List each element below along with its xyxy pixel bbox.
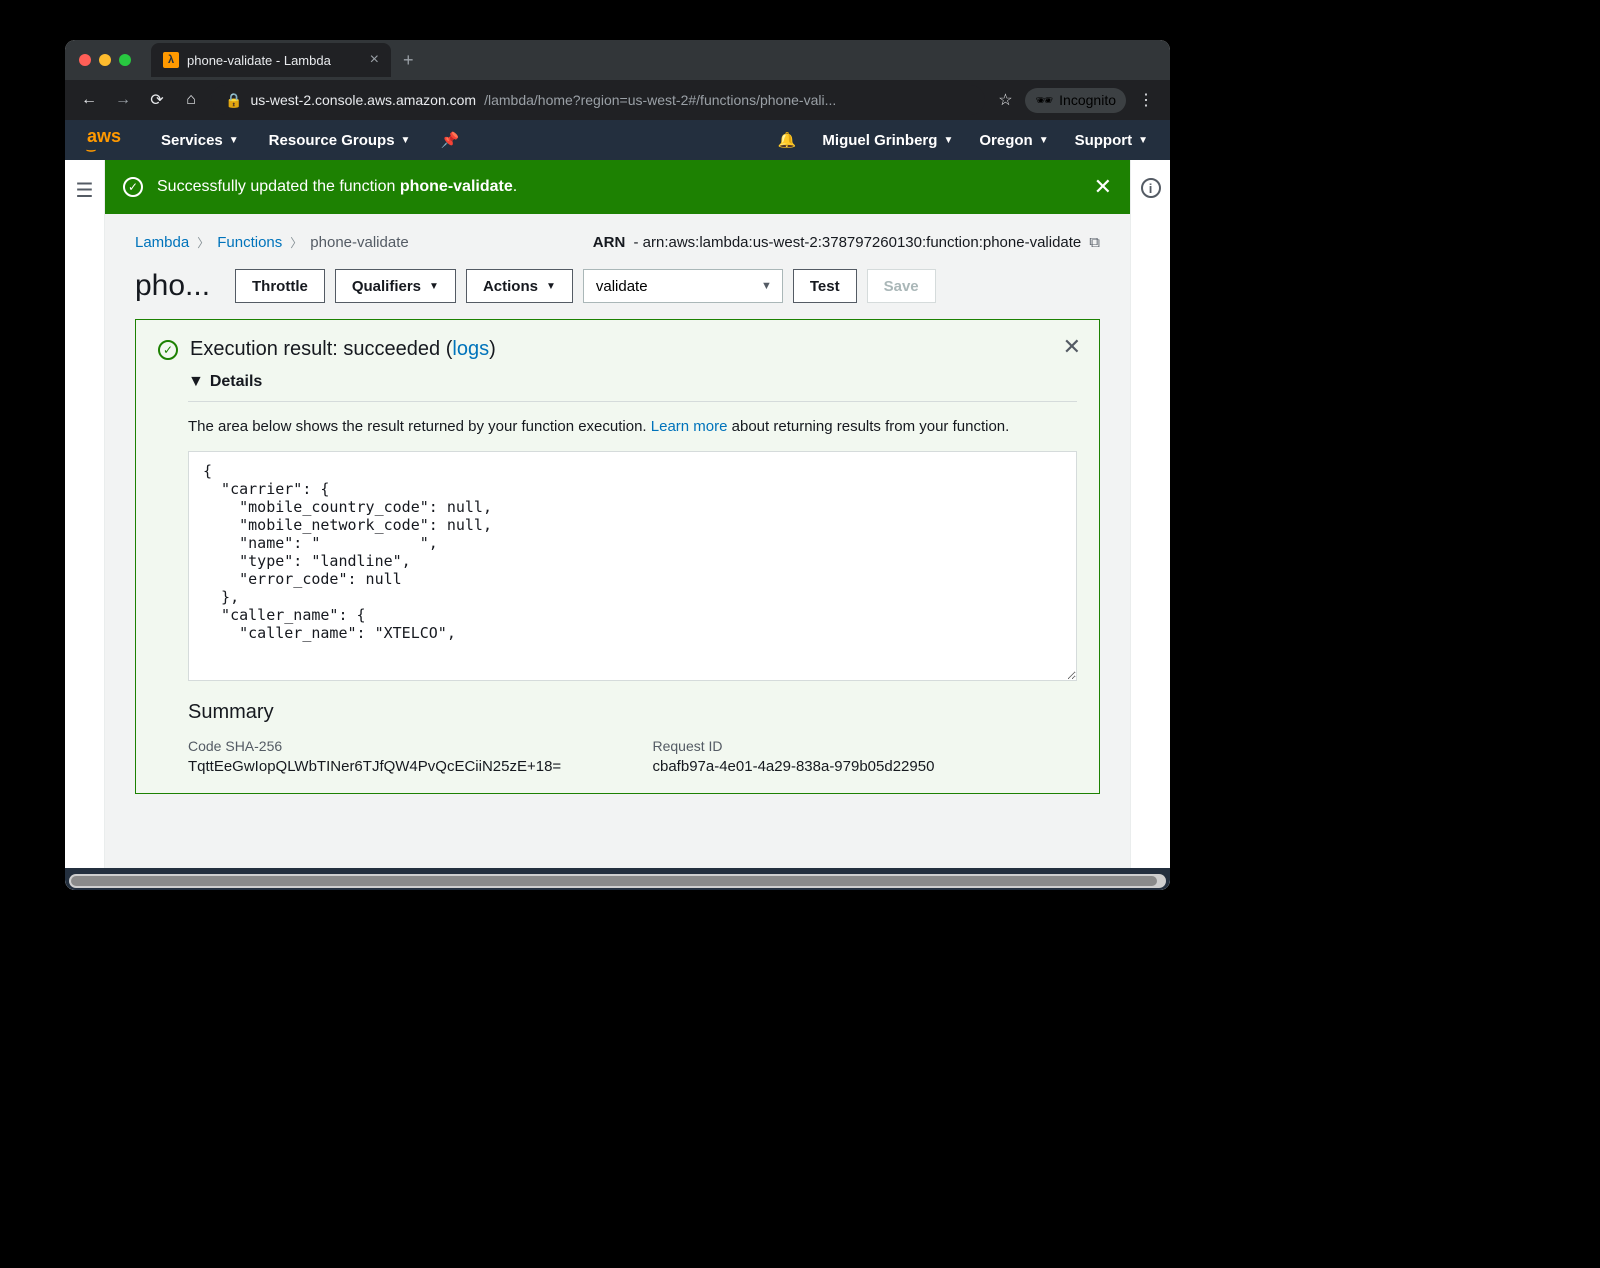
- title-row: pho... Throttle Qualifiers▼ Actions▼ val…: [135, 269, 1100, 303]
- throttle-button[interactable]: Throttle: [235, 269, 325, 303]
- right-rail: i: [1130, 160, 1170, 890]
- close-window-button[interactable]: [79, 54, 91, 66]
- summary-grid: Code SHA-256 TqttEeGwIopQLWbTINer6TJfQW4…: [188, 738, 1077, 775]
- addressbar: ← → ⟳ ⌂ 🔒 us-west-2.console.aws.amazon.c…: [65, 80, 1170, 120]
- maximize-window-button[interactable]: [119, 54, 131, 66]
- result-header: ✓ Execution result: succeeded (logs): [158, 338, 1077, 361]
- chevron-right-icon: 〉: [290, 234, 302, 251]
- user-menu[interactable]: Miguel Grinberg▼: [822, 132, 953, 149]
- arn-value: arn:aws:lambda:us-west-2:378797260130:fu…: [643, 234, 1082, 251]
- browser-window: λ phone-validate - Lambda × + ← → ⟳ ⌂ 🔒 …: [65, 40, 1170, 890]
- menu-button[interactable]: ⋮: [1132, 86, 1160, 114]
- test-event-select[interactable]: validate: [583, 269, 783, 303]
- request-id-label: Request ID: [653, 738, 1078, 754]
- qualifiers-dropdown[interactable]: Qualifiers▼: [335, 269, 456, 303]
- tabstrip: λ phone-validate - Lambda × +: [151, 43, 414, 77]
- close-tab-button[interactable]: ×: [370, 51, 379, 69]
- back-button[interactable]: ←: [75, 86, 103, 114]
- bookmark-button[interactable]: ☆: [991, 86, 1019, 114]
- services-menu[interactable]: Services▼: [161, 132, 239, 149]
- chevron-right-icon: 〉: [197, 234, 209, 251]
- success-alert: ✓ Successfully updated the function phon…: [105, 160, 1130, 214]
- hamburger-icon[interactable]: ☰: [76, 178, 94, 890]
- details-toggle[interactable]: ▼ Details: [188, 373, 1077, 402]
- window-controls: [79, 54, 131, 66]
- forward-button[interactable]: →: [109, 86, 137, 114]
- arn-block: ARN - arn:aws:lambda:us-west-2:378797260…: [593, 234, 1100, 251]
- scrollbar-thumb[interactable]: [71, 876, 1157, 886]
- incognito-icon: 🕶: [1035, 92, 1053, 109]
- incognito-badge[interactable]: 🕶 Incognito: [1025, 88, 1126, 113]
- home-button[interactable]: ⌂: [177, 86, 205, 114]
- lock-icon: 🔒: [225, 92, 242, 109]
- result-json-output[interactable]: { "carrier": { "mobile_country_code": nu…: [188, 451, 1077, 681]
- sha-label: Code SHA-256: [188, 738, 613, 754]
- url-host: us-west-2.console.aws.amazon.com: [250, 92, 476, 108]
- alert-close-button[interactable]: ✕: [1094, 174, 1112, 200]
- notifications-icon[interactable]: 🔔: [778, 131, 797, 149]
- check-circle-icon: ✓: [158, 340, 178, 360]
- tab-title: phone-validate - Lambda: [187, 53, 331, 68]
- breadcrumb-row: Lambda 〉 Functions 〉 phone-validate ARN …: [135, 234, 1100, 251]
- breadcrumb-current: phone-validate: [310, 234, 408, 251]
- execution-result-panel: ✕ ✓ Execution result: succeeded (logs) ▼…: [135, 319, 1100, 794]
- reload-button[interactable]: ⟳: [143, 86, 171, 114]
- body-area: ☰ ✓ Successfully updated the function ph…: [65, 160, 1170, 890]
- lambda-favicon-icon: λ: [163, 52, 179, 68]
- incognito-label: Incognito: [1059, 92, 1116, 108]
- copy-arn-button[interactable]: ⧉: [1089, 234, 1100, 251]
- sha-value: TqttEeGwIopQLWbTINer6TJfQW4PvQcECiiN25zE…: [188, 758, 613, 775]
- info-icon[interactable]: i: [1141, 178, 1161, 198]
- support-menu[interactable]: Support▼: [1075, 132, 1148, 149]
- aws-console-header: aws‿ Services▼ Resource Groups▼ 📌 🔔 Migu…: [65, 120, 1170, 160]
- function-title: pho...: [135, 269, 225, 303]
- test-button[interactable]: Test: [793, 269, 857, 303]
- aws-logo[interactable]: aws‿: [87, 129, 121, 151]
- actions-dropdown[interactable]: Actions▼: [466, 269, 573, 303]
- pin-icon[interactable]: 📌: [440, 131, 459, 149]
- logs-link[interactable]: logs: [452, 338, 489, 360]
- browser-tab[interactable]: λ phone-validate - Lambda ×: [151, 43, 391, 77]
- main-content: ✓ Successfully updated the function phon…: [105, 160, 1130, 890]
- result-description: The area below shows the result returned…: [188, 416, 1077, 439]
- titlebar: λ phone-validate - Lambda × +: [65, 40, 1170, 80]
- summary-heading: Summary: [188, 701, 1077, 724]
- url-bar[interactable]: 🔒 us-west-2.console.aws.amazon.com/lambd…: [211, 85, 985, 115]
- save-button: Save: [867, 269, 936, 303]
- breadcrumb-functions[interactable]: Functions: [217, 234, 282, 251]
- horizontal-scrollbar[interactable]: [69, 874, 1166, 888]
- left-rail: ☰: [65, 160, 105, 890]
- resource-groups-menu[interactable]: Resource Groups▼: [269, 132, 411, 149]
- new-tab-button[interactable]: +: [403, 50, 414, 71]
- breadcrumb-lambda[interactable]: Lambda: [135, 234, 189, 251]
- region-menu[interactable]: Oregon▼: [979, 132, 1048, 149]
- url-path: /lambda/home?region=us-west-2#/functions…: [484, 92, 836, 108]
- request-id-value: cbafb97a-4e01-4a29-838a-979b05d22950: [653, 758, 1078, 775]
- minimize-window-button[interactable]: [99, 54, 111, 66]
- learn-more-link[interactable]: Learn more: [651, 418, 728, 435]
- result-close-button[interactable]: ✕: [1063, 334, 1081, 360]
- check-circle-icon: ✓: [123, 177, 143, 197]
- alert-text: Successfully updated the function phone-…: [157, 178, 517, 196]
- caret-down-icon: ▼: [188, 373, 204, 391]
- content-region: Lambda 〉 Functions 〉 phone-validate ARN …: [105, 214, 1130, 890]
